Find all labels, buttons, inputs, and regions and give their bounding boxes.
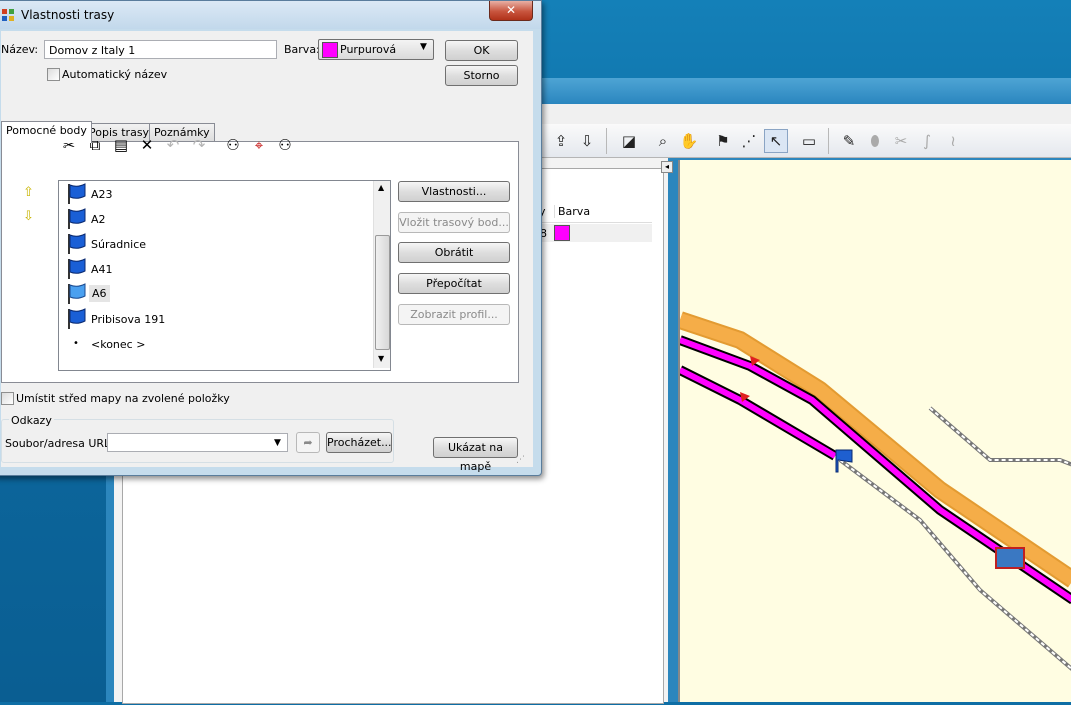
list-item-label: Pribisova 191 <box>91 313 166 326</box>
insert-waypoint-button[interactable]: Vložit trasový bod... <box>398 212 510 233</box>
redo-icon[interactable]: ↷ <box>189 135 209 155</box>
reverse-button[interactable]: Obrátit <box>398 242 510 263</box>
resize-grip-icon[interactable]: ⋰ <box>516 455 525 465</box>
waypoint-list[interactable]: A23 A2 Súradnice A41 A6 Pribisova 191 • … <box>58 180 391 371</box>
app-icon <box>2 9 14 21</box>
recalculate-button[interactable]: Přepočítat <box>398 273 510 294</box>
export-icon[interactable]: ⇩ <box>576 130 598 152</box>
move-down-icon[interactable]: ⇩ <box>23 209 34 224</box>
dialog-body: Název: Domov z Italy 1 Barva: Purpurová … <box>1 31 533 473</box>
measure-icon[interactable]: ▭ <box>798 130 820 152</box>
list-item-label: A41 <box>91 263 113 276</box>
toolbar-separator <box>828 128 829 154</box>
map-view[interactable] <box>677 160 1071 702</box>
show-profile-button[interactable]: Zobrazit profil... <box>398 304 510 325</box>
color-label: Barva: <box>284 43 320 56</box>
links-group-label: Odkazy <box>9 414 54 427</box>
split-icon[interactable]: ✂ <box>890 130 912 152</box>
chevron-down-icon[interactable]: ▼ <box>274 434 281 453</box>
column-header[interactable]: Barva <box>554 205 590 218</box>
list-item-selected[interactable]: A6 <box>65 282 365 306</box>
scroll-up-icon[interactable]: ▲ <box>378 183 384 192</box>
name-field[interactable]: Domov z Italy 1 <box>44 40 277 59</box>
cancel-button[interactable]: Storno <box>445 65 518 86</box>
list-item[interactable]: Súradnice <box>65 232 365 256</box>
list-item[interactable]: Pribisova 191 <box>65 307 365 331</box>
import-icon[interactable]: ⇪ <box>550 130 572 152</box>
join-icon[interactable]: ∫ <box>916 130 938 152</box>
paste-icon[interactable]: ▤ <box>111 135 131 155</box>
waypoint-marker <box>995 547 1025 569</box>
hand-icon[interactable]: ✋ <box>678 130 700 152</box>
dashed-path <box>928 406 1071 467</box>
properties-button[interactable]: Vlastnosti... <box>398 181 510 202</box>
waypoint-flag-icon <box>68 233 86 254</box>
select-area-icon[interactable]: ◪ <box>618 130 640 152</box>
color-select[interactable]: Purpurová ▼ <box>318 39 434 60</box>
chevron-down-icon: ▼ <box>420 42 427 52</box>
color-select-value: Purpurová <box>340 43 397 56</box>
table-header: dy Barva <box>532 202 652 223</box>
waypoint-flag-icon <box>68 308 86 329</box>
route-properties-dialog: Vlastnosti trasy ✕ Název: Domov z Italy … <box>0 0 542 476</box>
list-item[interactable]: A41 <box>65 257 365 281</box>
find-icon[interactable]: ⚇ <box>223 135 243 155</box>
list-item-label: A2 <box>91 213 106 226</box>
list-item-label: A23 <box>91 188 113 201</box>
bullet-icon: • <box>73 338 79 349</box>
dialog-titlebar[interactable]: Vlastnosti trasy ✕ <box>0 1 541 29</box>
route-tool-icon[interactable]: ⋰ <box>738 130 760 152</box>
list-scrollbar[interactable]: ▲ ▼ <box>373 181 390 368</box>
center-map-checkbox[interactable] <box>1 392 14 405</box>
ok-button[interactable]: OK <box>445 40 518 61</box>
move-up-icon[interactable]: ⇧ <box>23 185 34 200</box>
erase-icon[interactable]: ⬮ <box>864 130 886 152</box>
list-item[interactable]: A2 <box>65 207 365 231</box>
undo-icon[interactable]: ↶ <box>163 135 183 155</box>
find-nearest-icon[interactable]: ⌖ <box>249 135 269 155</box>
app-toolbar: ⇪ ⇩ ◪ ⌕ ✋ ⚑ ⋰ ↖ ▭ ✎ ⬮ ✂ ∫ ≀ <box>540 124 1071 158</box>
list-item-label: <konec > <box>91 338 146 351</box>
show-on-map-button[interactable]: Ukázat na mapě <box>433 437 518 473</box>
waypoint-flag-icon <box>68 258 86 279</box>
auto-name-label: Automatický název <box>62 68 168 81</box>
waypoint-flag-icon <box>68 183 86 204</box>
table-row[interactable]: 8 <box>532 224 652 242</box>
scroll-thumb[interactable] <box>375 235 390 350</box>
arrow-right-icon: ➦ <box>303 436 313 449</box>
list-item-label: Súradnice <box>91 238 147 251</box>
collapse-panel-icon[interactable]: ◂ <box>661 161 673 173</box>
edit-track-icon[interactable]: ✎ <box>838 130 860 152</box>
tab-waypoints[interactable]: Pomocné body <box>1 121 92 143</box>
dashed-path <box>929 407 1071 466</box>
track-tool-icon[interactable]: ≀ <box>942 130 964 152</box>
toolbar-separator <box>606 128 607 154</box>
list-item-end[interactable]: • <konec > <box>65 332 365 356</box>
list-item[interactable]: A23 <box>65 182 365 206</box>
url-combo[interactable]: ▼ <box>107 433 288 452</box>
close-icon: ✕ <box>505 3 517 17</box>
pointer-icon[interactable]: ↖ <box>764 129 788 153</box>
zoom-icon[interactable]: ⌕ <box>652 130 674 152</box>
scroll-down-icon[interactable]: ▼ <box>378 354 384 363</box>
auto-name-checkbox[interactable] <box>47 68 60 81</box>
find-next-icon[interactable]: ⚇ <box>275 135 295 155</box>
waypoint-flag-icon <box>68 283 86 304</box>
dialog-title: Vlastnosti trasy <box>21 8 115 22</box>
list-item-label: A6 <box>89 285 110 302</box>
waypoint-flag-icon <box>68 208 86 229</box>
open-link-button[interactable]: ➦ <box>296 432 320 453</box>
color-swatch <box>322 42 338 58</box>
name-label: Název: <box>1 43 39 56</box>
map-canvas <box>677 311 1071 671</box>
browse-button[interactable]: Procházet... <box>326 432 392 453</box>
delete-icon[interactable]: ✕ <box>137 135 157 155</box>
flag-tool-icon[interactable]: ⚑ <box>712 130 734 152</box>
url-label: Soubor/adresa URL: <box>5 437 114 450</box>
close-button[interactable]: ✕ <box>489 1 533 21</box>
center-map-label: Umístit střed mapy na zvolené položky <box>16 392 230 405</box>
color-swatch <box>554 225 570 241</box>
